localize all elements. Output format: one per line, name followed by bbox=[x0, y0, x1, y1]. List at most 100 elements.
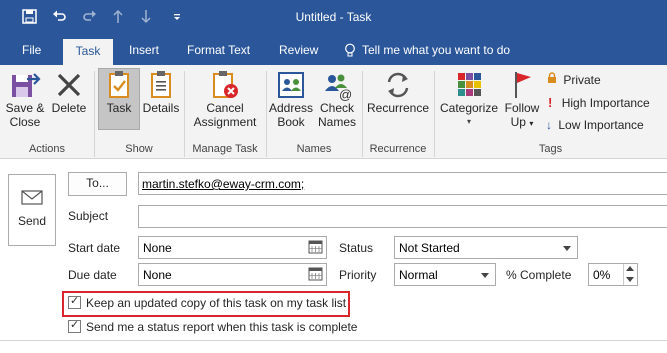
send-report-label: Send me a status report when this task i… bbox=[86, 320, 358, 334]
task-view-button[interactable]: Task bbox=[98, 68, 140, 130]
chevron-down-icon: ▾ bbox=[466, 117, 471, 126]
status-value: Not Started bbox=[399, 241, 460, 255]
group-label-actions: Actions bbox=[28, 143, 66, 155]
to-recipient: martin.stefko@eway-crm.com; bbox=[142, 177, 305, 191]
tab-task[interactable]: Task bbox=[63, 39, 113, 65]
calendar-icon[interactable] bbox=[308, 267, 323, 284]
subject-field[interactable] bbox=[138, 205, 667, 228]
cancel-assignment-icon bbox=[213, 71, 238, 98]
body-divider bbox=[0, 340, 667, 341]
follow-up-label-1: Follow bbox=[504, 101, 540, 115]
save-close-label-2: Close bbox=[9, 115, 41, 129]
lock-icon bbox=[546, 72, 558, 87]
down-arrow-icon: ↓ bbox=[546, 118, 552, 132]
save-close-icon bbox=[12, 73, 41, 97]
low-importance-button[interactable]: ↓ Low Importance bbox=[546, 118, 644, 132]
address-book-label-1: Address bbox=[268, 101, 314, 115]
percent-complete-stepper[interactable]: 0% bbox=[588, 263, 638, 286]
calendar-icon[interactable] bbox=[308, 240, 323, 257]
flag-icon bbox=[515, 72, 531, 98]
tab-format-text[interactable]: Format Text bbox=[187, 36, 250, 65]
save-close-button[interactable]: Save & Close bbox=[4, 69, 46, 129]
ribbon: Save & Close Delete Actions Task Details… bbox=[0, 65, 667, 159]
start-date-label: Start date bbox=[68, 241, 121, 255]
categorize-icon bbox=[458, 73, 481, 96]
spin-up-icon[interactable] bbox=[626, 266, 634, 271]
tab-insert[interactable]: Insert bbox=[129, 36, 159, 65]
keep-copy-label: Keep an updated copy of this task on my … bbox=[86, 296, 347, 310]
status-label: Status bbox=[339, 241, 374, 255]
lightbulb-icon bbox=[344, 43, 356, 61]
details-clipboard-icon bbox=[151, 71, 171, 98]
tab-file[interactable]: File bbox=[22, 36, 41, 65]
cancel-assignment-label-2: Assignment bbox=[193, 115, 257, 129]
follow-up-label-2-text: Up bbox=[510, 115, 526, 129]
tell-me-search[interactable]: Tell me what you want to do bbox=[362, 36, 510, 65]
follow-up-button[interactable]: Follow Up ▾ bbox=[502, 69, 542, 131]
send-label: Send bbox=[17, 214, 47, 228]
spin-down-icon[interactable] bbox=[626, 277, 634, 282]
group-label-tags: Tags bbox=[538, 143, 563, 155]
group-label-manage-task: Manage Task bbox=[192, 143, 258, 155]
recurrence-button[interactable]: Recurrence bbox=[364, 69, 432, 115]
due-date-field[interactable]: None bbox=[138, 263, 327, 286]
categorize-button[interactable]: Categorize ▾ bbox=[438, 69, 500, 129]
start-date-value: None bbox=[143, 241, 172, 255]
high-importance-button[interactable]: ! High Importance bbox=[548, 95, 650, 110]
window-title: Untitled - Task bbox=[295, 10, 372, 24]
group-label-recurrence: Recurrence bbox=[369, 143, 427, 155]
task-view-label: Task bbox=[106, 101, 132, 115]
to-button[interactable]: To... bbox=[68, 172, 127, 196]
address-book-label-2: Book bbox=[277, 115, 305, 129]
low-importance-label: Low Importance bbox=[558, 118, 644, 132]
subject-label: Subject bbox=[68, 209, 109, 223]
priority-label: Priority bbox=[339, 268, 377, 282]
percent-complete-value: 0% bbox=[593, 268, 611, 282]
chevron-down-icon: ▾ bbox=[529, 119, 534, 128]
send-button[interactable]: Send bbox=[8, 174, 56, 246]
priority-dropdown[interactable]: Normal bbox=[394, 263, 496, 286]
spinner[interactable] bbox=[623, 264, 636, 285]
address-book-button[interactable]: Address Book bbox=[268, 69, 314, 129]
check-names-button[interactable]: @ Check Names bbox=[316, 69, 358, 129]
delete-label: Delete bbox=[51, 101, 87, 115]
details-label: Details bbox=[142, 101, 180, 115]
private-label: Private bbox=[563, 73, 601, 87]
due-date-label: Due date bbox=[68, 268, 117, 282]
title-bar: Untitled - Task bbox=[0, 0, 667, 36]
delete-button[interactable]: Delete bbox=[49, 69, 89, 115]
recurrence-label: Recurrence bbox=[366, 101, 430, 115]
chevron-down-icon bbox=[563, 246, 571, 251]
task-clipboard-icon bbox=[109, 71, 129, 98]
private-button[interactable]: Private bbox=[546, 72, 601, 87]
save-close-label-1: Save & bbox=[5, 101, 45, 115]
check-names-label-2: Names bbox=[317, 115, 356, 129]
svg-text:@: @ bbox=[339, 87, 352, 101]
check-names-label-1: Check bbox=[319, 101, 354, 115]
delete-x-icon bbox=[57, 73, 81, 97]
status-dropdown[interactable]: Not Started bbox=[394, 236, 578, 259]
envelope-icon bbox=[21, 190, 43, 205]
send-report-checkbox[interactable] bbox=[68, 318, 81, 333]
tab-review[interactable]: Review bbox=[279, 36, 318, 65]
cancel-assignment-label-1: Cancel bbox=[206, 101, 244, 115]
recurrence-icon bbox=[387, 72, 409, 98]
to-field[interactable]: martin.stefko@eway-crm.com; bbox=[138, 172, 667, 195]
group-label-show: Show bbox=[125, 143, 153, 155]
high-importance-label: High Importance bbox=[561, 96, 650, 110]
percent-complete-label: % Complete bbox=[506, 268, 572, 282]
address-book-icon bbox=[278, 72, 304, 98]
ribbon-tab-bar: File Task Insert Format Text Review Tell… bbox=[0, 36, 667, 65]
follow-up-label-2: Up ▾ bbox=[502, 115, 542, 131]
details-button[interactable]: Details bbox=[141, 69, 181, 115]
check-names-icon: @ bbox=[325, 74, 352, 101]
chevron-down-icon bbox=[481, 273, 489, 278]
group-label-names: Names bbox=[296, 143, 332, 155]
keep-copy-checkbox[interactable] bbox=[68, 294, 81, 309]
cancel-assignment-button[interactable]: Cancel Assignment bbox=[188, 69, 262, 129]
start-date-field[interactable]: None bbox=[138, 236, 327, 259]
categorize-label: Categorize bbox=[439, 101, 499, 115]
priority-value: Normal bbox=[399, 268, 438, 282]
exclamation-icon: ! bbox=[548, 95, 553, 110]
due-date-value: None bbox=[143, 268, 172, 282]
